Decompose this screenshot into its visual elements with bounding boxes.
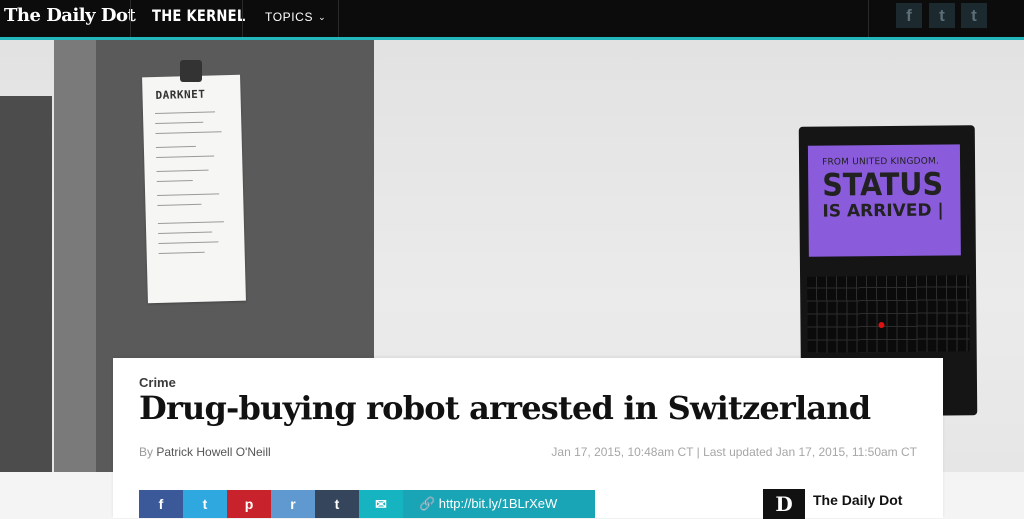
- facebook-share-button[interactable]: f: [139, 490, 183, 518]
- laptop-keyboard: [807, 275, 970, 353]
- daily-dot-logo-icon: D: [763, 489, 805, 519]
- nav-divider: [130, 0, 131, 37]
- author-link[interactable]: Patrick Howell O'Neill: [156, 445, 270, 459]
- article-dates: Jan 17, 2015, 10:48am CT | Last updated …: [551, 445, 917, 459]
- article-header-card: Crime Drug-buying robot arrested in Swit…: [113, 358, 943, 519]
- twitter-share-button[interactable]: t: [183, 490, 227, 518]
- publisher-name[interactable]: The Daily Dot: [813, 492, 902, 508]
- short-url-field[interactable]: 🔗 http://bit.ly/1BLrXeW: [403, 490, 595, 518]
- top-navigation: The Daily Dot THE KERNEL TOPICS ⌄ f t t: [0, 0, 1024, 40]
- nav-divider: [868, 0, 869, 37]
- updated-date: Last updated Jan 17, 2015, 11:50am CT: [703, 445, 917, 459]
- article-headline: Drug-buying robot arrested in Switzerlan…: [139, 389, 871, 427]
- paper-title: DARKNET: [155, 87, 206, 102]
- partition-panel: [0, 96, 52, 472]
- category-link[interactable]: Crime: [139, 375, 176, 390]
- tumblr-share-button[interactable]: t: [315, 490, 359, 518]
- site-logo[interactable]: The Daily Dot: [4, 5, 136, 26]
- reddit-share-button[interactable]: r: [271, 490, 315, 518]
- topics-menu[interactable]: TOPICS ⌄: [265, 10, 326, 24]
- byline-prefix: By: [139, 445, 154, 459]
- darknet-paper: DARKNET: [142, 74, 246, 304]
- laptop-screen: FROM UNITED KINGDOM. STATUS IS ARRIVED |: [807, 144, 961, 257]
- facebook-icon[interactable]: f: [896, 3, 922, 28]
- share-bar: f t p r t ✉ 🔗 http://bit.ly/1BLrXeW: [139, 490, 595, 518]
- nav-divider: [338, 0, 339, 37]
- screen-text: IS ARRIVED |: [822, 200, 944, 222]
- published-date: Jan 17, 2015, 10:48am CT: [551, 445, 694, 459]
- kernel-link[interactable]: THE KERNEL: [152, 6, 245, 25]
- tumblr-icon[interactable]: t: [961, 3, 987, 28]
- binder-clip: [180, 60, 202, 82]
- nav-divider: [242, 0, 243, 37]
- trackpoint: [878, 322, 885, 329]
- byline: By Patrick Howell O'Neill: [139, 445, 271, 459]
- twitter-icon[interactable]: t: [929, 3, 955, 28]
- pinterest-share-button[interactable]: p: [227, 490, 271, 518]
- email-share-button[interactable]: ✉: [359, 490, 403, 518]
- screen-text: STATUS: [822, 166, 944, 204]
- chevron-down-icon: ⌄: [318, 12, 327, 22]
- topics-label: TOPICS: [265, 10, 314, 24]
